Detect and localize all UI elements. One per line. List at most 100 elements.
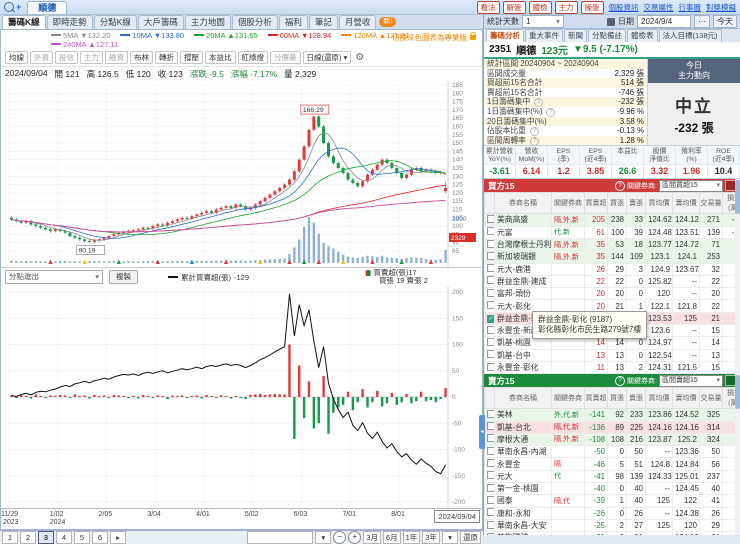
page-button-1[interactable]: 1 (2, 531, 18, 544)
indicator-select[interactable]: 分點進出▾ (5, 270, 103, 284)
restore-button[interactable]: 還原 (460, 531, 481, 544)
stock-tab[interactable]: 順德 (27, 1, 67, 14)
range-more-button[interactable]: ▾ (442, 531, 458, 544)
row-checkbox[interactable] (487, 484, 495, 492)
row-checkbox[interactable] (487, 276, 495, 284)
table-row[interactable]: 摩根大通隔,外,新-108108216123.87125.232418 (485, 433, 740, 445)
tab-1[interactable]: 即時走勢 (47, 15, 93, 29)
row-checkbox[interactable] (487, 227, 495, 235)
zoom-in-icon[interactable]: + (348, 531, 361, 544)
row-checkbox[interactable] (487, 422, 495, 430)
row-checkbox[interactable] (487, 338, 495, 346)
page-next-button[interactable]: ▸ (110, 531, 126, 544)
add-stock-button[interactable]: + (16, 2, 21, 12)
table-row[interactable]: 華南永昌-大安-2522712512029-8 (485, 519, 740, 531)
overlay-button[interactable]: 投信 (55, 51, 78, 64)
table-row[interactable]: 凱基-台中13130122.54--131 (485, 349, 740, 361)
top-link[interactable]: 交易屬性 (644, 2, 674, 13)
row-checkbox[interactable] (487, 363, 495, 371)
overlay-button[interactable]: 轉折 (155, 51, 178, 64)
table-row[interactable]: 元富代,新6110039124.48123.51139-13 (485, 226, 740, 238)
range-button[interactable]: 3月 (363, 531, 381, 544)
top-link[interactable]: 個股資訊 (609, 2, 639, 13)
key-broker-select[interactable]: 區間買超15▾ (659, 180, 723, 192)
tab-7[interactable]: 筆記 (309, 15, 338, 29)
row-checkbox[interactable] (487, 264, 495, 272)
table-scrollbar[interactable] (735, 179, 740, 374)
tab-0[interactable]: 籌碼K線 (2, 15, 46, 29)
gear-icon[interactable]: ⚙ (355, 52, 364, 63)
help-icon[interactable]: ? (615, 181, 625, 191)
tab-8[interactable]: 月營收 (339, 15, 377, 29)
row-checkbox[interactable] (487, 215, 495, 223)
table-row[interactable]: 富邦-頭份20200120--206 (485, 288, 740, 300)
row-checkbox[interactable] (487, 301, 495, 309)
overlay-button[interactable]: 紅綠燈 (238, 51, 269, 64)
table-row[interactable]: 花旗環球-21021--124.19212 (485, 532, 740, 535)
row-checkbox[interactable] (487, 240, 495, 248)
row-checkbox[interactable] (487, 326, 495, 334)
page-button-5[interactable]: 5 (74, 531, 90, 544)
search-icon[interactable] (4, 2, 14, 12)
analysis-tab-4[interactable]: 體檢表 (627, 29, 658, 42)
overlay-button[interactable]: 融資 (105, 51, 128, 64)
period-select[interactable]: 日線(還原) ▾ (303, 51, 352, 64)
top-link[interactable]: 對獎模擬 (706, 2, 736, 13)
table-scrollbar[interactable] (735, 374, 740, 535)
row-checkbox[interactable] (487, 521, 495, 529)
row-checkbox[interactable] (487, 471, 495, 479)
range-button[interactable]: 6月 (383, 531, 401, 544)
row-checkbox[interactable] (487, 508, 495, 516)
analysis-tab-0[interactable]: 籌碼分析 (486, 29, 524, 42)
table-row[interactable]: 康和-永和-26026--124.38264 (485, 507, 740, 519)
row-checkbox[interactable] (487, 459, 495, 467)
row-checkbox[interactable]: ✓ (487, 315, 495, 323)
page-button-3[interactable]: 3 (38, 531, 54, 544)
table-row[interactable]: 凱基-台北隔,代,新-13689225124.16124.1631416 (485, 421, 740, 433)
table-row[interactable]: 美商高盛隔,外,新20523833124.62124.12271-33 (485, 214, 740, 226)
range-button[interactable]: 3年 (422, 531, 440, 544)
overlay-button[interactable]: 本益比 (205, 51, 236, 64)
table-row[interactable]: 新加坡瑞銀隔,外,新35144109123.1124.125311 (485, 251, 740, 263)
analysis-tab-5[interactable]: 法人目標(138元) (659, 29, 722, 42)
stat-days-select[interactable]: 1▾ (522, 15, 564, 28)
overlay-button[interactable]: 均線 (5, 51, 28, 64)
key-broker-select[interactable]: 區間賣超15▾ (659, 375, 723, 387)
range-dropdown[interactable]: ▾ (315, 531, 331, 544)
help-icon[interactable]: ? (530, 137, 539, 146)
table-row[interactable]: 群益金鼎-建成22220125.82--22-6 (485, 275, 740, 287)
overlay-button[interactable]: 撐壓 (180, 51, 203, 64)
zoom-out-icon[interactable]: − (333, 531, 346, 544)
scrollbar-thumb[interactable] (735, 375, 740, 409)
table-row[interactable]: 元大-鹿港26293124.9123.6732-5 (485, 263, 740, 275)
overlay-button[interactable]: 分價量 (270, 51, 301, 64)
analysis-tab-2[interactable]: 新聞 (564, 29, 587, 42)
price-volume-chart[interactable]: 8590951001051101151201251301351401451501… (1, 81, 484, 267)
row-checkbox[interactable] (487, 289, 495, 297)
help-icon[interactable]: ? (615, 376, 625, 386)
table-row[interactable]: 國泰隔,代-3914012512241-4 (485, 495, 740, 507)
action-button[interactable]: 主力 (555, 1, 578, 14)
overlay-button[interactable]: 布林 (130, 51, 153, 64)
table-row[interactable]: 美林外,代,新-14192233123.86124.5232528 (485, 409, 740, 421)
row-checkbox[interactable] (487, 252, 495, 260)
row-checkbox[interactable] (487, 434, 495, 442)
table-row[interactable]: 永豐金-彰化11132124.31121.515-2 (485, 361, 740, 373)
panel-collapse-handle[interactable]: ◂ (479, 415, 485, 449)
pro-version-link[interactable]: 切換深色圖表為專業版 (392, 32, 476, 43)
top-link[interactable]: 行事曆 (679, 2, 702, 13)
action-button[interactable]: 體檢 (529, 1, 552, 14)
scrollbar-thumb[interactable] (735, 180, 740, 214)
table-row[interactable]: 台灣摩根士丹利隔,外,新355318123.77124.7271-1 (485, 238, 740, 250)
table-row[interactable]: 第一金-桃園-40040--124.45406 (485, 482, 740, 494)
overlay-button[interactable]: 外資 (30, 51, 53, 64)
analysis-tab-3[interactable]: 分點備註 (588, 29, 626, 42)
page-button-2[interactable]: 2 (20, 531, 36, 544)
tab-4[interactable]: 主力地圖 (185, 15, 231, 29)
copy-button[interactable]: 複製 (109, 270, 138, 284)
calendar-icon[interactable] (607, 18, 615, 26)
table-row[interactable]: 元大代-4198139124.33125.0123715 (485, 470, 740, 482)
today-button[interactable]: 今天 (713, 15, 737, 28)
action-button[interactable]: 操盤 (581, 1, 604, 14)
row-checkbox[interactable] (487, 410, 495, 418)
